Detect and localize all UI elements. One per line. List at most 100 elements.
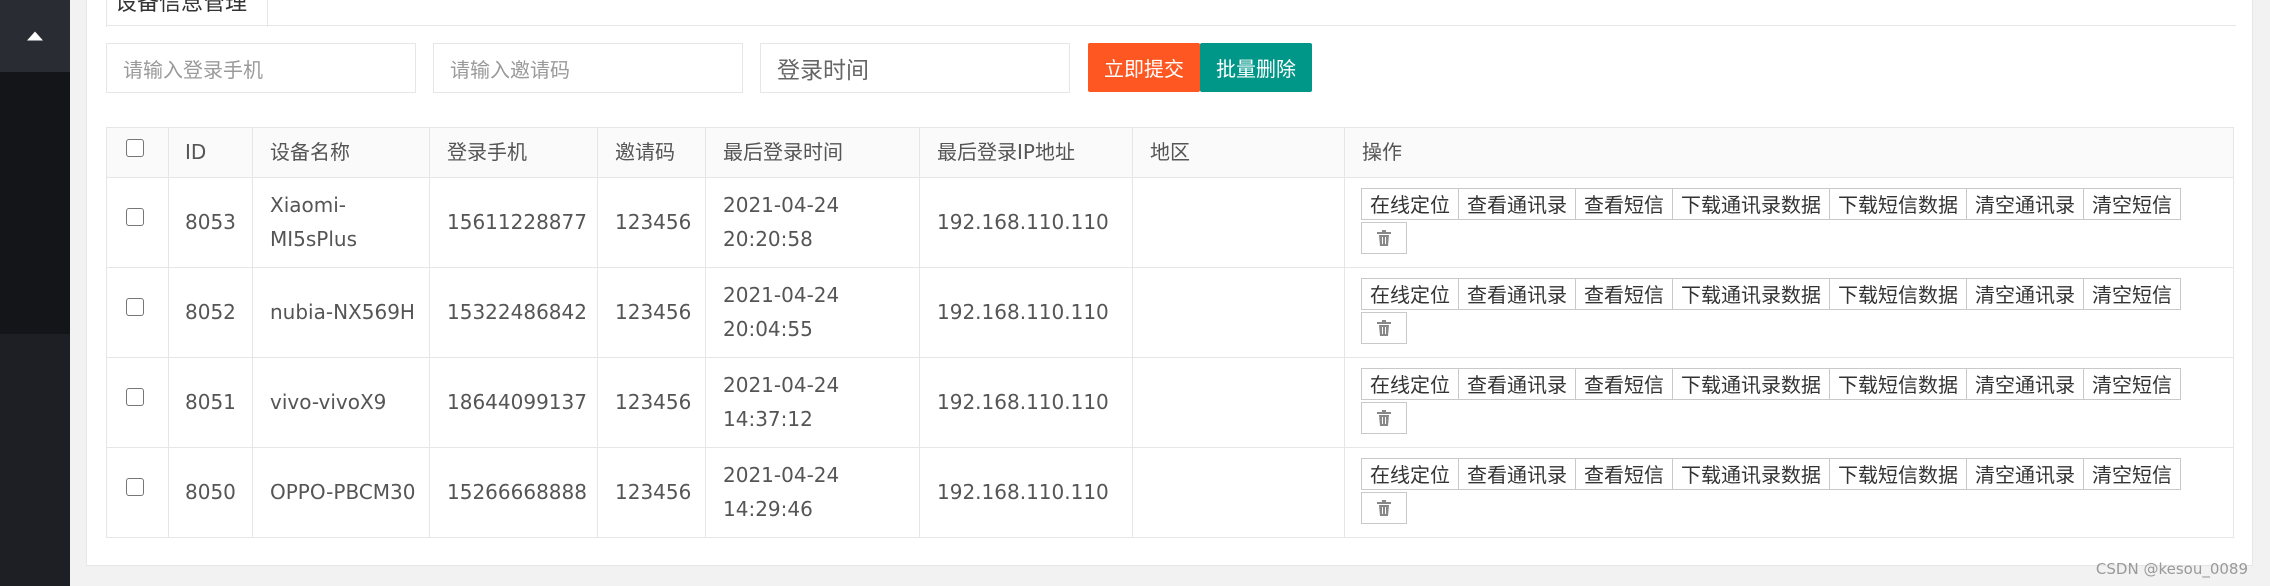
column-divider [429,128,430,537]
row-login-time: 14:29:46 [723,497,813,521]
sidebar-collapse-button[interactable] [0,0,70,72]
invite-code-input[interactable]: 请输入邀请码 [433,43,743,93]
clear-contacts-button[interactable]: 清空通讯录 [1966,188,2084,220]
header-last-login-ip: 最后登录IP地址 [937,140,1075,164]
tab-device-management[interactable]: 设备信息管理 [106,0,268,27]
column-divider [705,128,706,537]
download-sms-button[interactable]: 下载短信数据 [1829,278,1967,310]
row-device-name: vivo-vivoX9 [270,390,387,414]
header-invite-code: 邀请码 [615,140,675,164]
clear-sms-button[interactable]: 清空短信 [2083,278,2181,310]
header-actions: 操作 [1362,140,1402,164]
download-sms-button[interactable]: 下载短信数据 [1829,188,1967,220]
row-actions: 在线定位 查看通讯录 查看短信 下载通讯录数据 下载短信数据 清空通讯录 清空短… [1361,188,2221,254]
delete-button[interactable] [1361,312,1407,344]
row-checkbox[interactable] [126,298,144,316]
row-checkbox[interactable] [126,208,144,226]
row-login-date: 2021-04-24 [723,463,840,487]
row-login-ip: 192.168.110.110 [937,480,1109,504]
row-id: 8050 [185,480,236,504]
table-header: ID 设备名称 登录手机 邀请码 最后登录时间 最后登录IP地址 地区 操作 [107,128,2233,178]
column-divider [1132,128,1133,537]
row-device-name: OPPO-PBCM30 [270,480,416,504]
download-contacts-button[interactable]: 下载通讯录数据 [1672,458,1830,490]
row-login-ip: 192.168.110.110 [937,300,1109,324]
view-sms-button[interactable]: 查看短信 [1575,188,1673,220]
delete-button[interactable] [1361,492,1407,524]
row-id: 8052 [185,300,236,324]
view-contacts-button[interactable]: 查看通讯录 [1458,368,1576,400]
header-last-login-time: 最后登录时间 [723,140,843,164]
header-region: 地区 [1150,140,1190,164]
row-id: 8053 [185,210,236,234]
view-contacts-button[interactable]: 查看通讯录 [1458,278,1576,310]
view-contacts-button[interactable]: 查看通讯录 [1458,458,1576,490]
locate-button[interactable]: 在线定位 [1361,458,1459,490]
column-divider [252,128,253,537]
download-sms-button[interactable]: 下载短信数据 [1829,458,1967,490]
download-sms-button[interactable]: 下载短信数据 [1829,368,1967,400]
row-checkbox[interactable] [126,478,144,496]
header-id: ID [185,140,207,164]
login-time-input[interactable]: 登录时间 [760,43,1070,93]
column-divider [1344,128,1345,537]
download-contacts-button[interactable]: 下载通讯录数据 [1672,278,1830,310]
view-sms-button[interactable]: 查看短信 [1575,368,1673,400]
row-actions: 在线定位 查看通讯录 查看短信 下载通讯录数据 下载短信数据 清空通讯录 清空短… [1361,368,2221,434]
row-device-name-cont: MI5sPlus [270,227,358,251]
batch-delete-button[interactable]: 批量删除 [1200,43,1312,92]
view-contacts-button[interactable]: 查看通讯录 [1458,188,1576,220]
view-sms-button[interactable]: 查看短信 [1575,458,1673,490]
device-table: ID 设备名称 登录手机 邀请码 最后登录时间 最后登录IP地址 地区 操作 8… [106,127,2234,538]
clear-contacts-button[interactable]: 清空通讯录 [1966,458,2084,490]
trash-icon [1377,500,1391,516]
clear-contacts-button[interactable]: 清空通讯录 [1966,368,2084,400]
row-checkbox[interactable] [126,388,144,406]
locate-button[interactable]: 在线定位 [1361,188,1459,220]
clear-sms-button[interactable]: 清空短信 [2083,188,2181,220]
view-sms-button[interactable]: 查看短信 [1575,278,1673,310]
column-divider [597,128,598,537]
download-contacts-button[interactable]: 下载通讯录数据 [1672,188,1830,220]
row-actions: 在线定位 查看通讯录 查看短信 下载通讯录数据 下载短信数据 清空通讯录 清空短… [1361,458,2221,524]
trash-icon [1377,320,1391,336]
column-divider [919,128,920,537]
trash-icon [1377,410,1391,426]
header-device-name: 设备名称 [270,140,350,164]
row-invite-code: 123456 [615,300,692,324]
row-phone: 18644099137 [447,390,587,414]
row-login-date: 2021-04-24 [723,193,840,217]
delete-button[interactable] [1361,402,1407,434]
submit-button[interactable]: 立即提交 [1088,43,1200,92]
trash-icon [1377,230,1391,246]
table-row: 8053 Xiaomi- MI5sPlus 15611228877 123456… [107,178,2233,268]
row-id: 8051 [185,390,236,414]
tab-divider [106,25,2236,26]
download-contacts-button[interactable]: 下载通讯录数据 [1672,368,1830,400]
row-phone: 15611228877 [447,210,587,234]
row-invite-code: 123456 [615,210,692,234]
row-login-date: 2021-04-24 [723,373,840,397]
row-device-name: Xiaomi- [270,193,347,217]
row-actions: 在线定位 查看通讯录 查看短信 下载通讯录数据 下载短信数据 清空通讯录 清空短… [1361,278,2221,344]
row-invite-code: 123456 [615,480,692,504]
delete-button[interactable] [1361,222,1407,254]
row-login-time: 20:04:55 [723,317,813,341]
row-login-date: 2021-04-24 [723,283,840,307]
phone-search-input[interactable]: 请输入登录手机 [106,43,416,93]
column-divider [168,128,169,537]
chevron-up-icon [27,31,43,41]
row-phone: 15266668888 [447,480,587,504]
watermark: CSDN @kesou_0089 [2095,560,2248,578]
row-login-time: 20:20:58 [723,227,813,251]
clear-contacts-button[interactable]: 清空通讯录 [1966,278,2084,310]
row-login-time: 14:37:12 [723,407,813,431]
header-login-phone: 登录手机 [447,140,527,164]
select-all-checkbox[interactable] [126,139,144,157]
row-login-ip: 192.168.110.110 [937,390,1109,414]
locate-button[interactable]: 在线定位 [1361,278,1459,310]
clear-sms-button[interactable]: 清空短信 [2083,458,2181,490]
row-device-name: nubia-NX569H [270,300,415,324]
locate-button[interactable]: 在线定位 [1361,368,1459,400]
clear-sms-button[interactable]: 清空短信 [2083,368,2181,400]
